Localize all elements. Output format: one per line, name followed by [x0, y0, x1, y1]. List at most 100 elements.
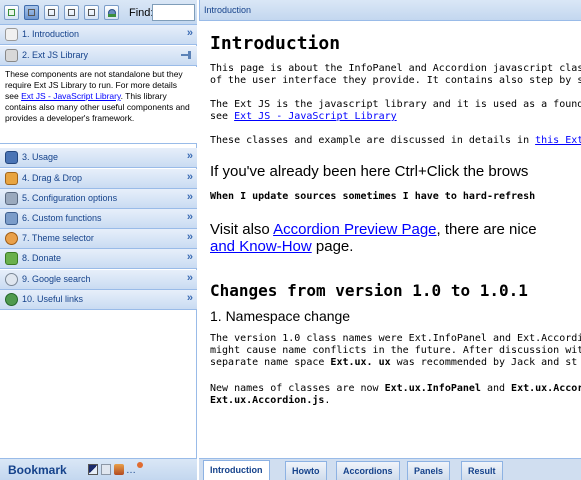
layout-grid-icon[interactable]	[24, 5, 39, 20]
layout-table-icon[interactable]	[84, 5, 99, 20]
paragraph-text: see	[210, 111, 235, 122]
accordion-item-label: 6. Custom functions	[22, 213, 102, 223]
right-panel: Introduction Introduction This page is a…	[199, 0, 581, 480]
paragraph-text: New names of classes are now	[210, 383, 385, 394]
paragraph-text: .	[324, 395, 331, 406]
accordion-preview-link[interactable]: Accordion Preview Page	[273, 221, 436, 238]
palette-icon	[5, 232, 18, 245]
pin-icon[interactable]	[181, 50, 193, 60]
subsection-heading: 1. Namespace change	[210, 308, 351, 324]
ext-js-library-body: These components are not standalone but …	[0, 67, 197, 144]
accordion-item-drag-drop[interactable]: 4. Drag & Drop »	[0, 169, 197, 189]
accordion-item-theme-selector[interactable]: 7. Theme selector »	[0, 229, 197, 249]
chevron-double-icon[interactable]: »	[187, 191, 193, 203]
bookmark-label[interactable]: Bookmark	[8, 463, 67, 477]
globe-icon	[5, 293, 18, 306]
paragraph-text: These classes and example are discussed …	[210, 135, 536, 146]
accordion-item-ext-js-library[interactable]: 2. Ext JS Library	[0, 46, 197, 66]
tab-accordions[interactable]: Accordions	[336, 461, 400, 480]
more-icon[interactable]: …	[126, 465, 136, 476]
paragraph-text: page.	[311, 238, 354, 255]
panel-header: Introduction	[199, 0, 581, 21]
paragraph: and Know-How page.	[210, 238, 581, 255]
find-input[interactable]	[152, 4, 195, 21]
paragraph: separate name space Ext.ux. ux was recom…	[210, 357, 581, 369]
paragraph: If you've already been here Ctrl+Click t…	[210, 163, 529, 180]
tab-panels[interactable]: Panels	[407, 461, 451, 480]
accordion-item-introduction[interactable]: 1. Introduction »	[0, 25, 197, 45]
paragraph-text: , there are nice	[436, 221, 537, 238]
left-panel: Find: 1. Introduction » 2. Ext JS Librar…	[0, 0, 197, 480]
accordion-item-label: 2. Ext JS Library	[22, 50, 89, 60]
paragraph-text: was recommended by Jack and st	[390, 357, 578, 368]
accordion-item-donate[interactable]: 8. Donate »	[0, 249, 197, 269]
accordion-item-configuration-options[interactable]: 5. Configuration options »	[0, 189, 197, 209]
drag-drop-icon	[5, 172, 18, 185]
paragraph: When I update sources sometimes I have t…	[210, 191, 536, 202]
tab-introduction[interactable]: Introduction	[203, 460, 270, 480]
paragraph: The Ext JS is the javascript library and…	[210, 99, 581, 110]
accordion-item-google-search[interactable]: 9. Google search »	[0, 270, 197, 290]
chevron-double-icon[interactable]: »	[187, 231, 193, 243]
paragraph-text: separate name space	[210, 357, 331, 368]
page-title: Introduction	[210, 33, 341, 54]
paragraph: This page is about the InfoPanel and Acc…	[210, 63, 581, 74]
code-text: Ext.ux.Accordion.js	[210, 395, 325, 406]
bookmark-service-icon[interactable]	[88, 464, 98, 475]
chevron-double-icon[interactable]: »	[187, 292, 193, 304]
accordion-item-label: 9. Google search	[22, 274, 91, 284]
add-icon[interactable]	[4, 5, 19, 20]
code-text: Ext.ux.InfoPanel	[384, 383, 481, 394]
wrench-icon	[5, 192, 18, 205]
paragraph: These classes and example are discussed …	[210, 135, 581, 147]
paragraph-text: Visit also	[210, 221, 274, 238]
paragraph: see Ext JS - JavaScript Library	[210, 111, 581, 123]
accordion-item-label: 1. Introduction	[22, 29, 80, 39]
bookmark-service-icon[interactable]	[137, 462, 143, 468]
code-text: Ext.ux.Accor	[511, 383, 581, 394]
chevron-double-icon[interactable]: »	[187, 211, 193, 223]
accordion-item-usage[interactable]: 3. Usage »	[0, 148, 197, 168]
accordion-item-label: 3. Usage	[22, 152, 59, 162]
ext-js-link[interactable]: Ext JS - JavaScript Library	[21, 91, 121, 101]
usage-icon	[5, 151, 18, 164]
eraser-icon[interactable]	[104, 5, 119, 20]
search-icon	[5, 273, 18, 286]
paragraph: New names of classes are now Ext.ux.Info…	[210, 383, 581, 395]
find-label: Find:	[129, 7, 154, 19]
chevron-double-icon[interactable]: »	[187, 150, 193, 162]
chevron-double-icon[interactable]: »	[187, 251, 193, 263]
tab-howto[interactable]: Howto	[285, 461, 327, 480]
accordion-item-label: 10. Useful links	[22, 294, 84, 304]
layout-rows-icon[interactable]	[64, 5, 79, 20]
tab-result[interactable]: Result	[461, 461, 503, 480]
layout-list-icon[interactable]	[44, 5, 59, 20]
accordion-item-custom-functions[interactable]: 6. Custom functions »	[0, 209, 197, 229]
chevron-double-icon[interactable]: »	[187, 272, 193, 284]
paragraph: of the user interface they provide. It c…	[210, 75, 581, 86]
paragraph: The version 1.0 class names were Ext.Inf…	[210, 333, 581, 344]
know-how-link[interactable]: and Know-How	[210, 238, 312, 255]
accordion-item-label: 8. Donate	[22, 253, 62, 263]
code-text: Ext.ux. ux	[330, 357, 391, 368]
chevron-double-icon[interactable]: »	[187, 27, 193, 39]
paragraph: Ext.ux.Accordion.js.	[210, 395, 581, 407]
tab-strip: Introduction Howto Accordions Panels Res…	[199, 458, 581, 480]
accordion-item-label: 7. Theme selector	[22, 233, 94, 243]
functions-icon	[5, 212, 18, 225]
paragraph-text: and	[480, 383, 512, 394]
donate-icon	[5, 252, 18, 265]
section-heading: Changes from version 1.0 to 1.0.1	[210, 281, 528, 300]
library-icon	[5, 49, 18, 62]
ext-js-link[interactable]: Ext JS - JavaScript Library	[234, 111, 397, 122]
paragraph: might cause name conflicts in the future…	[210, 345, 581, 356]
content-area: Introduction This page is about the Info…	[199, 22, 581, 458]
info-icon	[5, 28, 18, 41]
toolbar: Find:	[0, 0, 197, 25]
bookmark-service-icon[interactable]	[114, 464, 124, 475]
bookmark-service-icon[interactable]	[101, 464, 111, 475]
ext-js-forum-link[interactable]: this Ext JS F	[535, 135, 581, 146]
chevron-double-icon[interactable]: »	[187, 171, 193, 183]
accordion-item-useful-links[interactable]: 10. Useful links »	[0, 290, 197, 310]
paragraph: Visit also Accordion Preview Page, there…	[210, 221, 581, 238]
